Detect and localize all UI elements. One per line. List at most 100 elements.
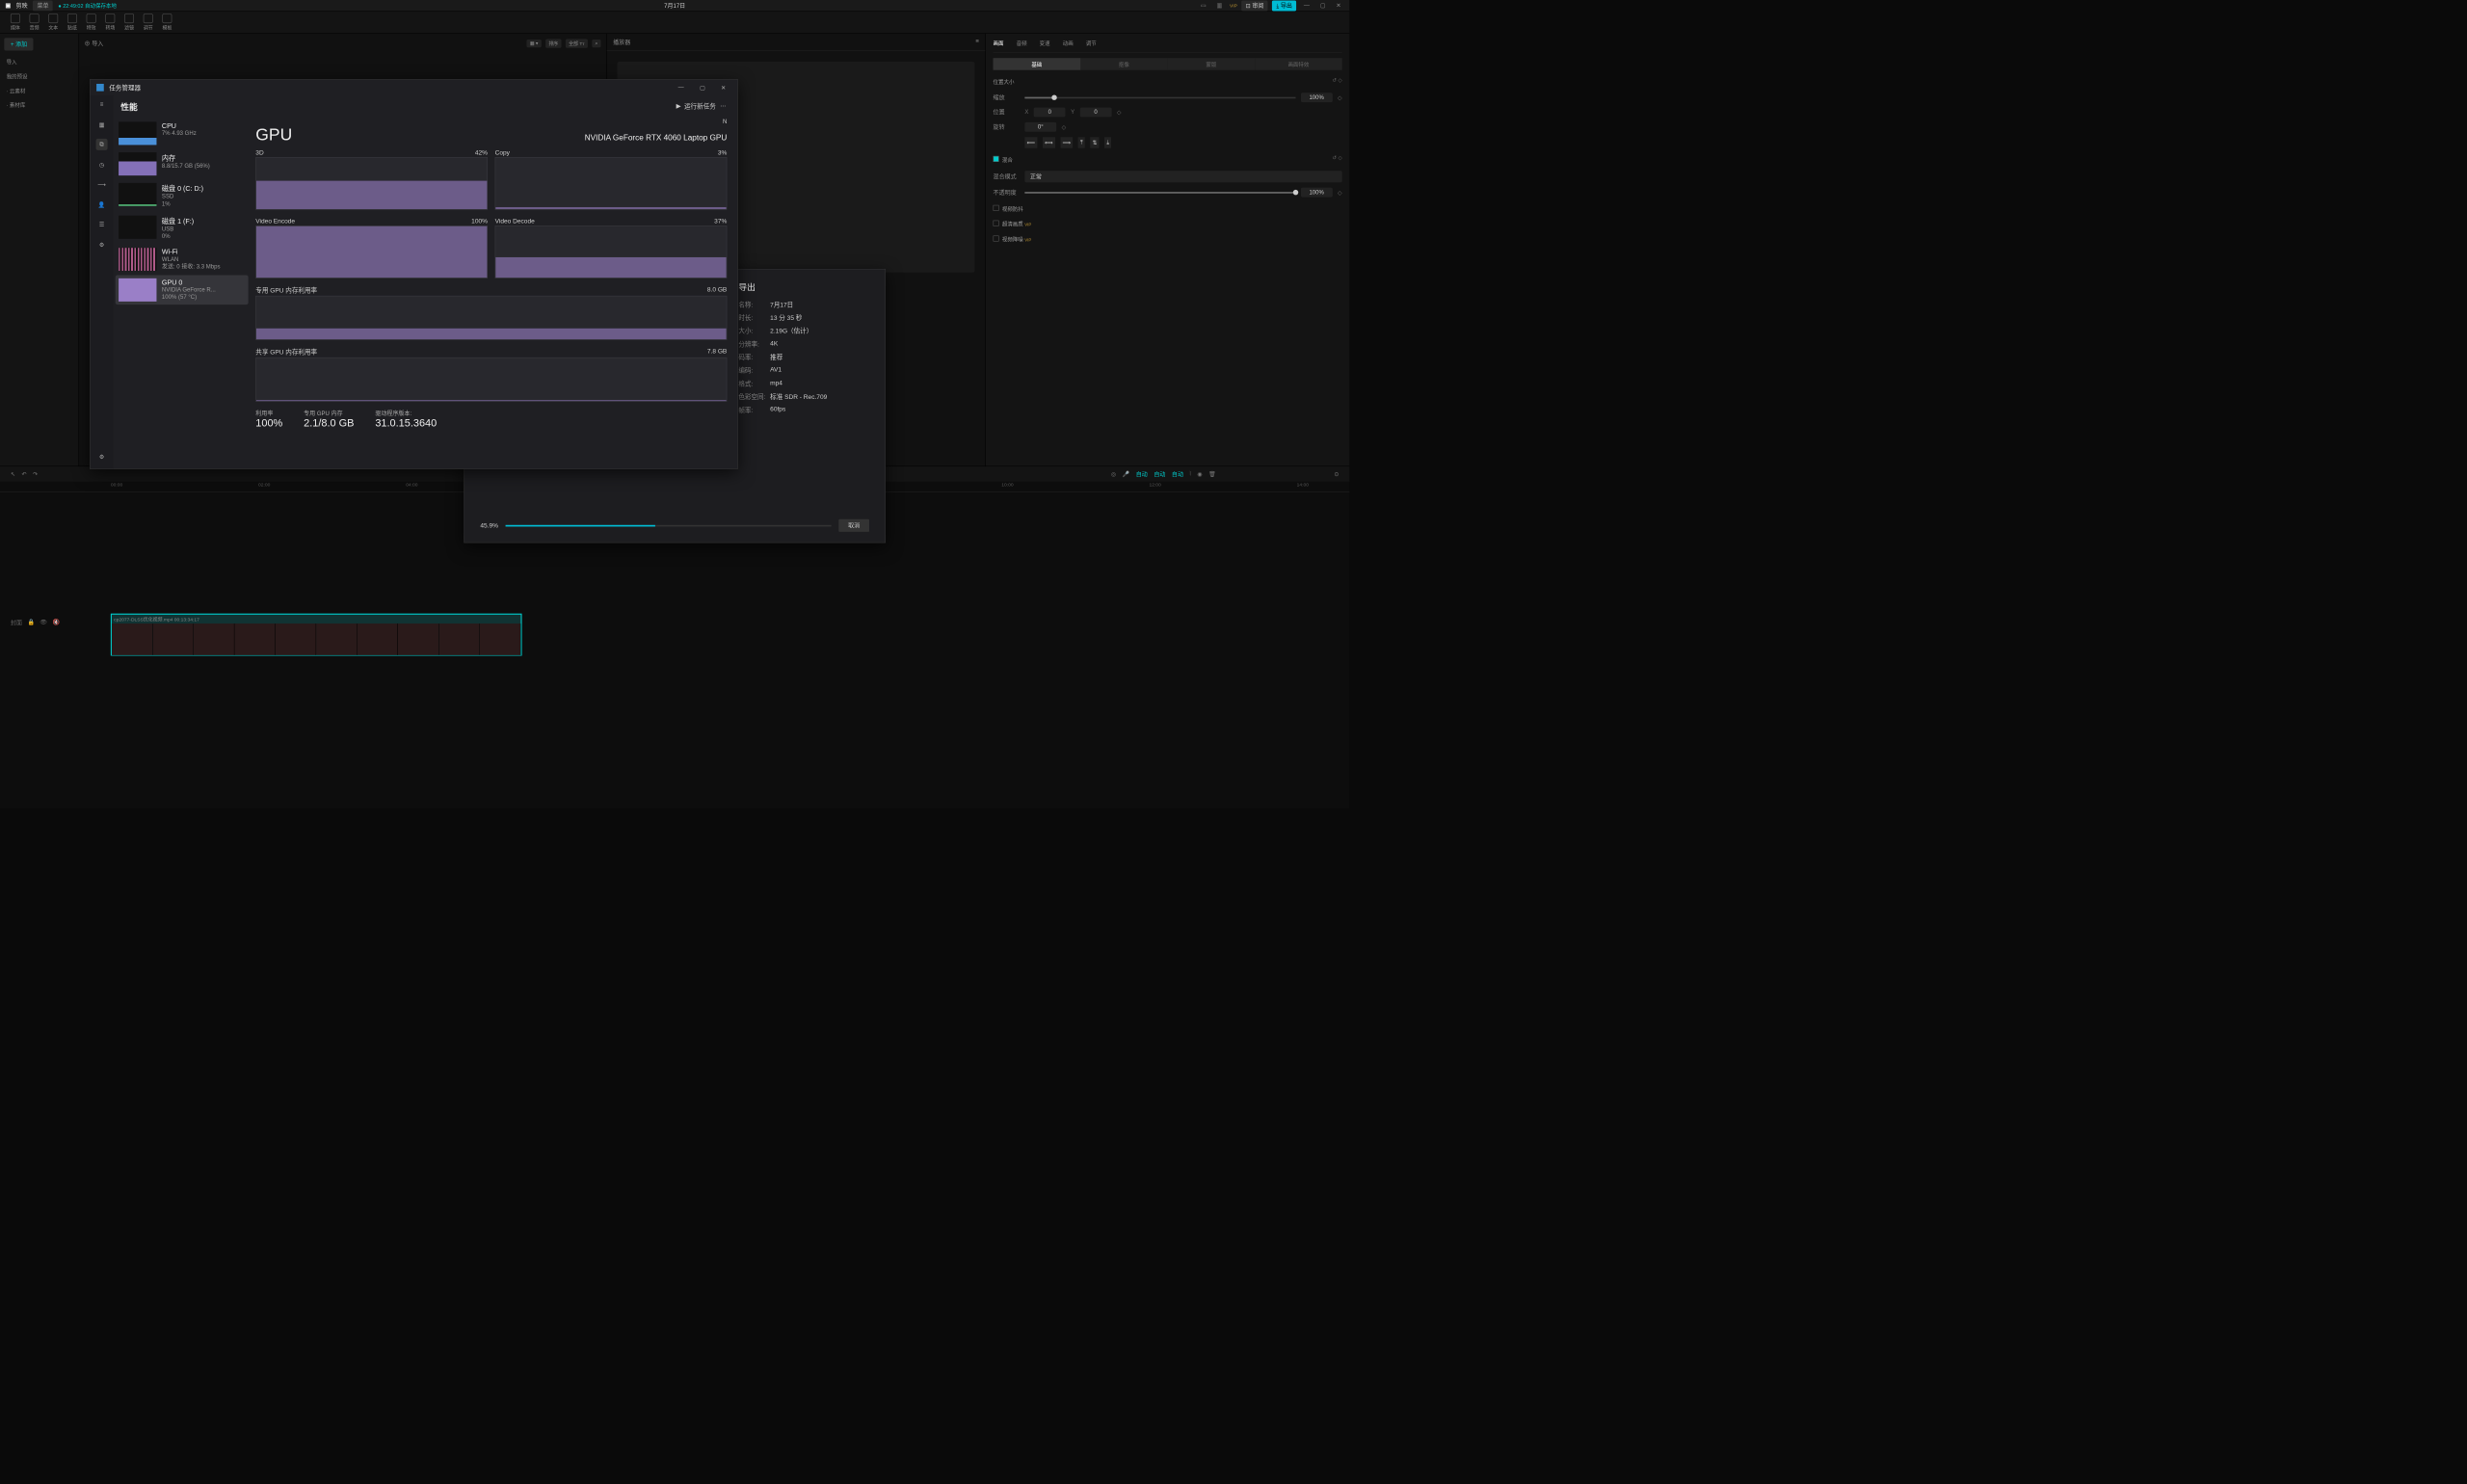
tool-text[interactable]: 文本 [48,13,58,31]
align-right-icon[interactable]: ⟹ [1060,137,1073,147]
tm-services-icon[interactable]: ⚙ [96,239,108,251]
graph-mem[interactable]: 共享 GPU 内存利用率7.8 GB [255,347,727,401]
vip-badge[interactable]: VIP [1230,3,1237,8]
tool-adjust[interactable]: 调节 [144,13,153,31]
graph-copy[interactable]: Copy3% [495,148,728,209]
sidebar-presets[interactable]: 我的预设 [4,69,74,84]
tool-audio[interactable]: 音频 [30,13,40,31]
align-bot-icon[interactable]: ⤓ [1104,137,1111,147]
review-button[interactable]: ⊡ 审阅 [1241,0,1268,11]
blend-mode-select[interactable]: 正常 [1024,171,1341,182]
video-clip[interactable]: cp2077-DLSS优化视频.mp4 00:13:34:17 [111,614,522,656]
export-cancel-button[interactable]: 取消 [838,519,869,532]
eye-icon[interactable]: 👁 [40,619,47,627]
scale-stepper-icon[interactable]: ◇ [1338,94,1342,101]
tm-startup-icon[interactable]: ⟶ [96,178,108,190]
import-label[interactable]: ⊕ 导入 [85,40,104,48]
opacity-slider[interactable] [1024,192,1295,194]
tab-picture[interactable]: 画面 [994,39,1004,46]
cover-label[interactable]: 封面 [11,619,22,627]
rot-reset-icon[interactable]: ◇ [1062,123,1067,130]
mute-icon[interactable]: 🔇 [53,619,60,627]
graph-3d[interactable]: 3D42% [255,148,488,209]
sidebar-import[interactable]: 导入 [4,55,74,69]
sidebar-library[interactable]: · 素材库 [4,97,74,112]
tl-auto3[interactable]: 自动 [1172,470,1183,479]
graph-mem[interactable]: 专用 GPU 内存利用率8.0 GB [255,285,727,339]
min-icon[interactable]: — [1301,2,1313,9]
tool-sticker[interactable]: 贴纸 [67,13,77,31]
hd-toggle[interactable]: 超清画质 [1002,222,1023,227]
tl-auto1[interactable]: 自动 [1136,470,1148,479]
filter-all[interactable]: 全部 Tт [566,39,588,47]
tm-item-disk1[interactable]: 磁盘 1 (F:) USB0% [116,212,249,244]
tm-min-icon[interactable]: — [673,82,689,93]
close-icon[interactable]: ✕ [1333,2,1344,9]
tm-processes-icon[interactable]: ▦ [96,119,108,130]
pointer-icon[interactable]: ↖ [11,470,15,477]
tm-hamburger-icon[interactable]: ≡ [96,98,108,110]
layout-icon[interactable]: ▭ [1198,2,1209,9]
blend-reset-icon[interactable]: ↺ ◇ [1332,155,1341,161]
player-menu-icon[interactable]: ≡ [975,38,979,46]
tab-adjust[interactable]: 调节 [1086,39,1097,46]
tm-run-task-button[interactable]: ▶ 运行新任务 [676,101,716,110]
align-center-icon[interactable]: ⟺ [1043,137,1055,147]
scale-slider[interactable] [1024,96,1295,98]
tm-item-disk0[interactable]: 磁盘 0 (C: D:) SSD1% [116,180,249,212]
tm-details-icon[interactable]: ☰ [96,219,108,230]
search-icon[interactable]: ⌕ [592,40,600,47]
export-button[interactable]: ⤓ 导出 [1272,0,1296,11]
tm-item-cpu[interactable]: CPU 7% 4.93 GHz [116,119,249,148]
subtab-basic[interactable]: 基础 [994,58,1081,70]
tool-transition[interactable]: 转场 [105,13,115,31]
max-icon[interactable]: ▢ [1317,2,1329,9]
tm-history-icon[interactable]: ◷ [96,159,108,171]
add-button[interactable]: + 添加 [4,38,33,50]
pos-reset-icon[interactable]: ◇ [1117,109,1122,116]
redo-icon[interactable]: ↷ [33,470,38,477]
pos-x[interactable]: 0 [1034,108,1066,118]
align-mid-icon[interactable]: ⇅ [1090,137,1099,147]
tool-effect[interactable]: 特效 [87,13,96,31]
undo-icon[interactable]: ↶ [22,470,27,477]
reset-pos-icon[interactable]: ↺ ◇ [1332,77,1341,83]
menu-button[interactable]: 菜单 [33,0,53,11]
tm-more-icon[interactable]: ⋯ [716,102,730,109]
graph-video-encode[interactable]: Video Encode100% [255,217,488,278]
scale-value[interactable]: 100% [1301,93,1333,102]
view-toggle[interactable]: ▦ ▾ [527,40,542,47]
pos-y[interactable]: 0 [1080,108,1112,118]
rot-value[interactable]: 0° [1024,122,1056,132]
tm-performance-icon[interactable]: ⧉ [96,139,108,150]
subtab-mask[interactable]: 蒙版 [1168,58,1256,70]
tl-auto2[interactable]: 自动 [1154,470,1165,479]
tab-audio[interactable]: 音频 [1017,39,1027,46]
tm-max-icon[interactable]: ▢ [695,82,711,93]
lock-icon[interactable]: 🔒 [27,619,34,627]
graph-video-decode[interactable]: Video Decode37% [495,217,728,278]
subtab-cutout[interactable]: 抠像 [1080,58,1168,70]
align-top-icon[interactable]: ⤒ [1078,137,1085,147]
tab-anim[interactable]: 动画 [1063,39,1074,46]
tm-item-mem[interactable]: 内存 8.8/15.7 GB (56%) [116,149,249,179]
tool-media[interactable]: 媒体 [11,13,20,31]
tl-split-icon[interactable]: ⦚ [1190,470,1191,477]
sort-button[interactable]: 排序 [545,39,561,47]
tl-zoom-icon[interactable]: ⊙ [1334,470,1339,477]
tl-tool1-icon[interactable]: ◎ [1111,470,1116,477]
tl-marker-icon[interactable]: ◉ [1197,470,1202,477]
tm-settings-icon[interactable]: ⚙ [96,451,108,463]
opacity-value[interactable]: 100% [1301,188,1333,198]
tl-del-icon[interactable]: 🗑 [1208,470,1216,477]
align-left-icon[interactable]: ⟸ [1024,137,1037,147]
subtab-fx[interactable]: 画面特效 [1255,58,1342,70]
tab-speed[interactable]: 变速 [1040,39,1050,46]
noise-toggle[interactable]: 视频降噪 [1002,237,1023,243]
sidebar-cloud[interactable]: · 云素材 [4,83,74,97]
tm-close-icon[interactable]: ✕ [716,82,731,93]
tool-template[interactable]: 模板 [163,13,172,31]
tl-mic-icon[interactable]: 🎤 [1123,470,1129,477]
opacity-reset-icon[interactable]: ◇ [1338,189,1342,196]
layout2-icon[interactable]: ▥ [1213,2,1225,9]
